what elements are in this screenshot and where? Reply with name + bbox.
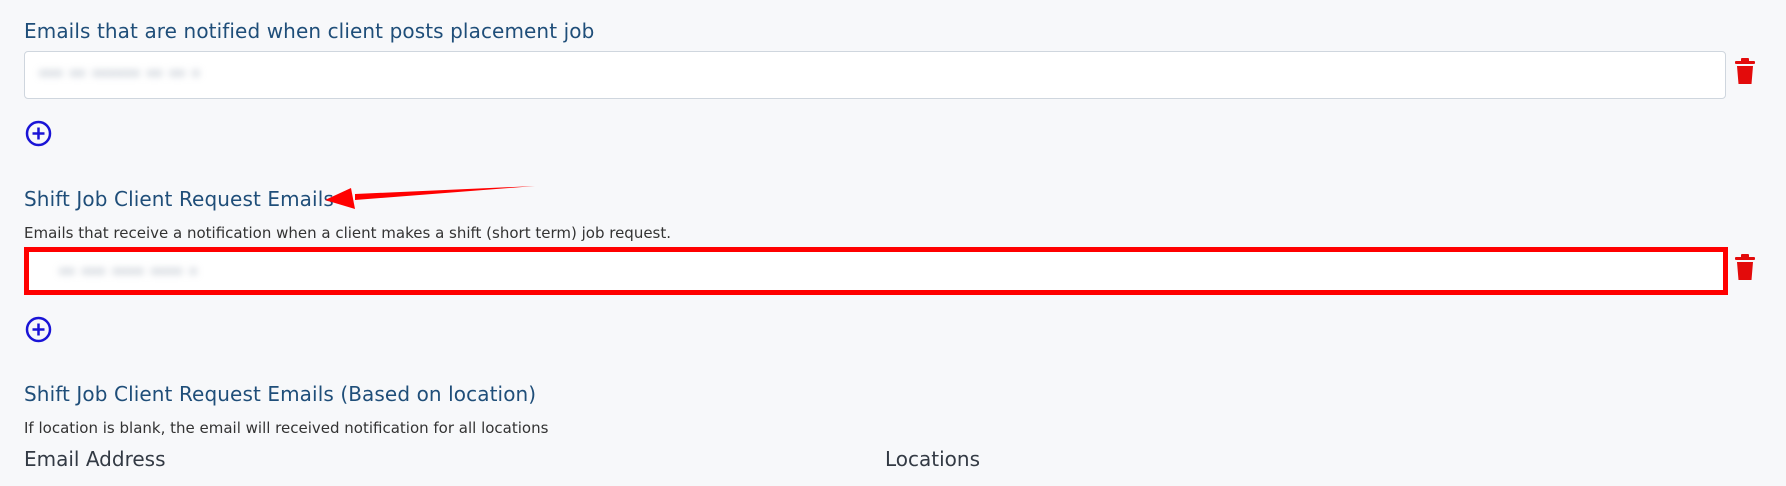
add-placement-email-button[interactable] [25, 120, 52, 147]
email-settings-page: Emails that are notified when client pos… [0, 0, 1786, 486]
add-shift-email-button[interactable] [25, 316, 52, 343]
shift-email-field[interactable] [24, 247, 1728, 295]
placement-email-field[interactable] [24, 51, 1726, 99]
trash-icon[interactable] [1735, 58, 1755, 84]
locations-column-label: Locations [885, 447, 981, 471]
location-emails-description: If location is blank, the email will rec… [24, 419, 549, 437]
placement-emails-title: Emails that are notified when client pos… [24, 19, 595, 43]
red-arrow-annotation [325, 186, 535, 209]
trash-icon[interactable] [1735, 254, 1755, 280]
email-address-column-label: Email Address [24, 447, 166, 471]
location-emails-title: Shift Job Client Request Emails (Based o… [24, 382, 537, 406]
shift-emails-description: Emails that receive a notification when … [24, 224, 672, 242]
shift-emails-title: Shift Job Client Request Emails [24, 187, 334, 211]
